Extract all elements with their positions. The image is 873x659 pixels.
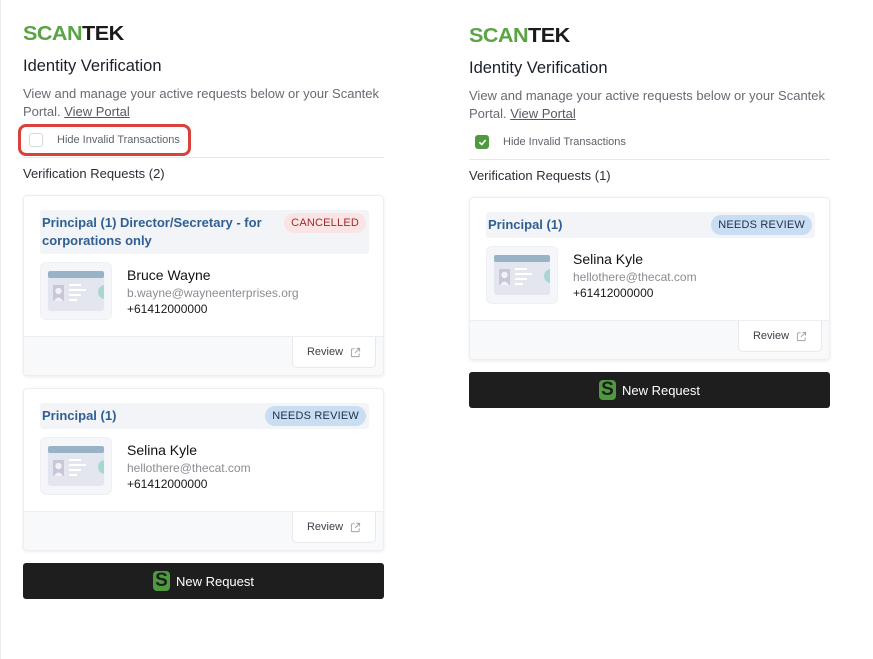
request-card-footer: Review bbox=[24, 511, 383, 550]
status-badge: NEEDS REVIEW bbox=[265, 406, 366, 426]
requests-count-label: Verification Requests (1) bbox=[469, 168, 611, 183]
hide-invalid-label[interactable]: Hide Invalid Transactions bbox=[57, 134, 180, 146]
new-request-button[interactable]: S New Request bbox=[23, 563, 384, 599]
person-email: b.wayne@wayneenterprises.org bbox=[127, 286, 299, 300]
check-icon bbox=[478, 139, 486, 145]
person-email: hellothere@thecat.com bbox=[573, 270, 697, 284]
id-card-icon bbox=[40, 262, 112, 320]
scantek-s-icon: S bbox=[598, 380, 616, 400]
request-role: Principal (1) bbox=[488, 217, 563, 232]
request-card-header: Principal (1) Director/Secretary - for c… bbox=[40, 210, 369, 254]
page-title: Identity Verification bbox=[469, 59, 608, 77]
hide-invalid-checkbox[interactable] bbox=[475, 135, 489, 149]
person-phone: +61412000000 bbox=[127, 302, 208, 316]
status-badge: CANCELLED bbox=[284, 213, 366, 233]
request-role: Principal (1) bbox=[42, 408, 117, 423]
status-badge: NEEDS REVIEW bbox=[711, 215, 812, 235]
view-portal-link[interactable]: View Portal bbox=[64, 104, 130, 119]
request-card: Principal (1) Director/Secretary - for c… bbox=[23, 195, 384, 376]
person-name: Selina Kyle bbox=[127, 442, 198, 458]
window-edge bbox=[0, 0, 1, 659]
external-link-icon bbox=[350, 522, 361, 532]
page-title: Identity Verification bbox=[23, 57, 162, 75]
review-button[interactable]: Review bbox=[292, 337, 376, 368]
person-name: Bruce Wayne bbox=[127, 267, 211, 283]
verification-panel-unfiltered: SCANTEK Identity Verification View and m… bbox=[18, 24, 384, 599]
id-card-icon bbox=[40, 437, 112, 495]
requests-count-label: Verification Requests (2) bbox=[23, 166, 165, 181]
hide-invalid-filter[interactable]: Hide Invalid Transactions bbox=[18, 124, 384, 156]
person-email: hellothere@thecat.com bbox=[127, 461, 251, 475]
person-name: Selina Kyle bbox=[573, 251, 644, 267]
request-card: Principal (1) NEEDS REVIEW Selina Kyle h… bbox=[23, 388, 384, 551]
page-description: View and manage your active requests bel… bbox=[469, 88, 826, 121]
request-card-header: Principal (1) NEEDS REVIEW bbox=[40, 403, 369, 429]
hide-invalid-filter[interactable]: Hide Invalid Transactions bbox=[469, 129, 830, 155]
page-description: View and manage your active requests bel… bbox=[23, 86, 380, 119]
request-card-header: Principal (1) NEEDS REVIEW bbox=[486, 212, 815, 238]
view-portal-link[interactable]: View Portal bbox=[510, 106, 576, 121]
request-card-footer: Review bbox=[24, 336, 383, 375]
scantek-s-icon: S bbox=[152, 571, 170, 591]
request-card-footer: Review bbox=[470, 320, 829, 359]
new-request-button[interactable]: S New Request bbox=[469, 372, 830, 408]
review-button[interactable]: Review bbox=[738, 321, 822, 352]
hide-invalid-label[interactable]: Hide Invalid Transactions bbox=[503, 136, 626, 148]
review-button[interactable]: Review bbox=[292, 512, 376, 543]
request-role: Principal (1) Director/Secretary - for c… bbox=[42, 215, 262, 248]
id-card-icon bbox=[486, 246, 558, 304]
divider bbox=[469, 159, 830, 160]
external-link-icon bbox=[350, 347, 361, 357]
hide-invalid-checkbox[interactable] bbox=[29, 133, 43, 147]
person-phone: +61412000000 bbox=[573, 286, 654, 300]
scantek-logo: SCANTEK bbox=[23, 23, 124, 45]
divider bbox=[23, 157, 384, 158]
scantek-logo: SCANTEK bbox=[469, 25, 570, 47]
person-phone: +61412000000 bbox=[127, 477, 208, 491]
verification-panel-filtered: SCANTEK Identity Verification View and m… bbox=[469, 26, 830, 408]
request-card: Principal (1) NEEDS REVIEW Selina Kyle h… bbox=[469, 197, 830, 360]
external-link-icon bbox=[796, 331, 807, 341]
